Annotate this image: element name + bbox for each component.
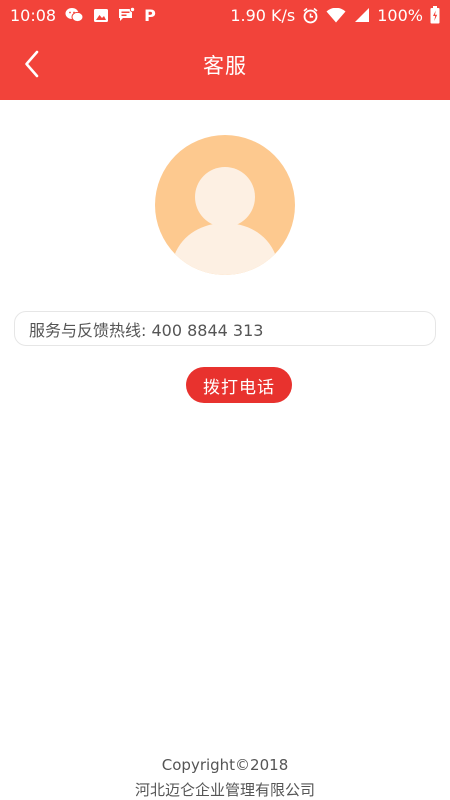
footer-company: 河北迈仑企业管理有限公司 bbox=[134, 781, 315, 799]
battery-percent: 100% bbox=[377, 5, 423, 25]
hotline-field: 服务与反馈热线: 400 8844 313 bbox=[14, 311, 436, 346]
customer-service-screen: 10:08 P 1.90 K/s 100% 客服 服务与反馈热线: 400 88… bbox=[0, 0, 450, 800]
net-speed: 1.90 K/s bbox=[230, 5, 296, 25]
message-icon bbox=[118, 7, 136, 23]
footer-copyright: Copyright©2018 bbox=[161, 756, 289, 774]
wifi-icon bbox=[326, 7, 346, 23]
battery-icon bbox=[430, 6, 440, 24]
call-button[interactable]: 拨打电话 bbox=[186, 367, 292, 403]
image-icon bbox=[93, 8, 109, 23]
back-button[interactable] bbox=[12, 44, 52, 84]
call-button-label: 拨打电话 bbox=[203, 377, 275, 398]
status-time: 10:08 bbox=[10, 5, 57, 25]
user-avatar-icon bbox=[171, 167, 279, 275]
signal-icon bbox=[353, 7, 370, 23]
wechat-icon bbox=[65, 7, 84, 23]
status-right: 1.90 K/s 100% bbox=[230, 6, 440, 25]
p-app-icon: P bbox=[144, 5, 156, 25]
status-left: 10:08 P bbox=[10, 6, 156, 25]
chevron-left-icon bbox=[25, 50, 39, 78]
avatar bbox=[155, 135, 295, 275]
alarm-icon bbox=[302, 7, 319, 24]
page-title: 客服 bbox=[203, 54, 247, 78]
status-bar: 10:08 P 1.90 K/s 100% bbox=[0, 0, 450, 30]
hotline-text: 服务与反馈热线: 400 8844 313 bbox=[29, 320, 264, 340]
nav-bar: 客服 bbox=[0, 30, 450, 100]
